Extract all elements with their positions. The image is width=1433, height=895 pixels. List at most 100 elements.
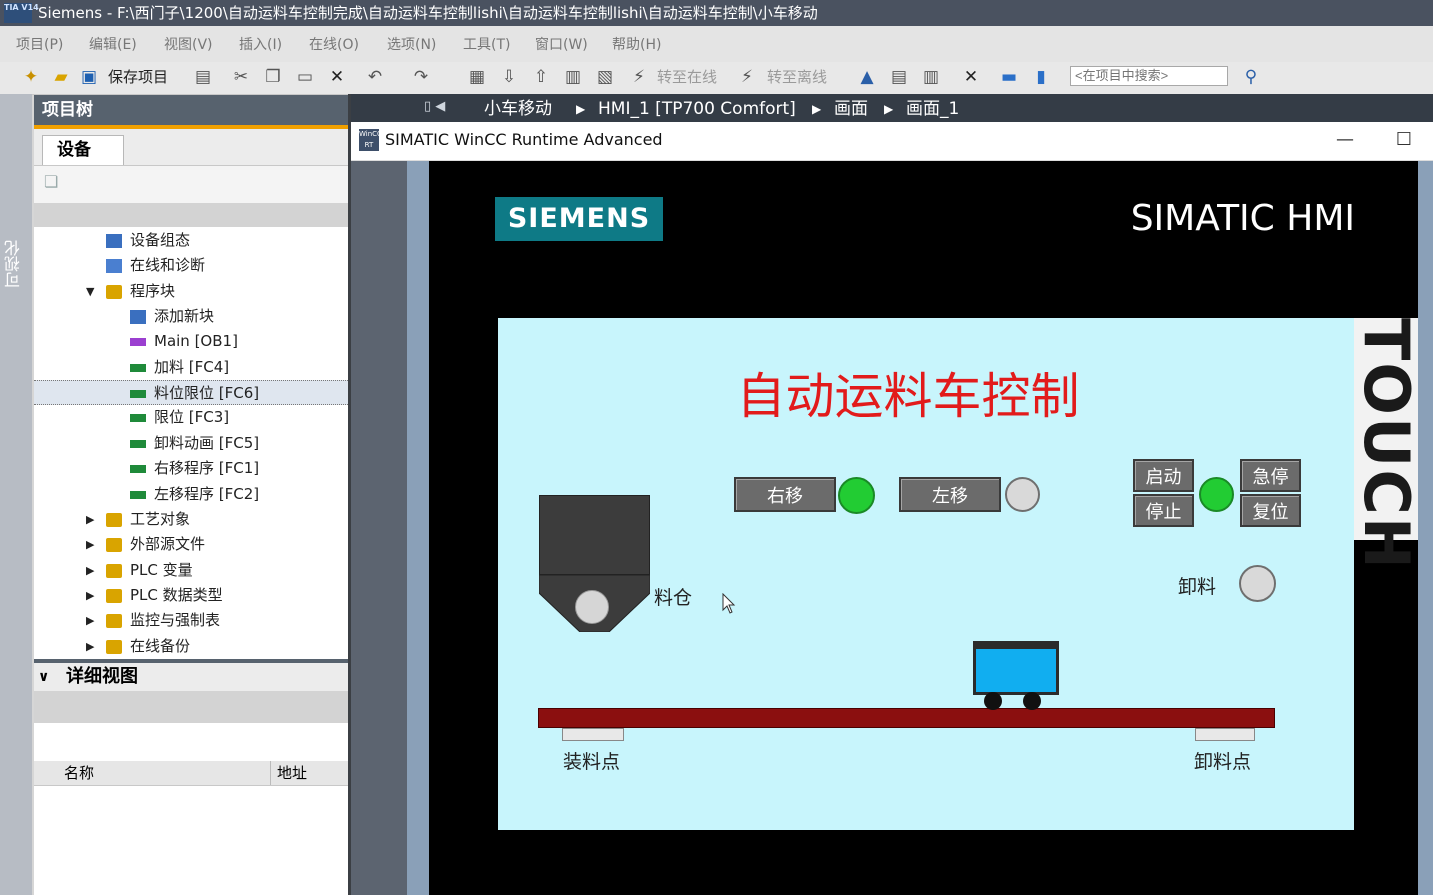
menu-project[interactable]: 项目(P)	[16, 34, 63, 54]
tree-item[interactable]: ▼ 程序块	[34, 279, 348, 304]
detail-view-columns: 名称 地址	[34, 761, 348, 786]
cart-wheel-left	[984, 692, 1002, 710]
undo-icon[interactable]: ↶	[364, 66, 386, 88]
menu-options[interactable]: 选项(N)	[387, 34, 436, 54]
tree-item[interactable]: 在线和诊断	[34, 253, 348, 278]
go-online-button[interactable]: 转至在线	[657, 66, 717, 88]
fc-block-icon	[130, 414, 146, 422]
column-header-address[interactable]: 地址	[277, 761, 307, 785]
menu-tools[interactable]: 工具(T)	[463, 34, 510, 54]
tree-item-label: 在线备份	[130, 637, 191, 655]
copy-icon[interactable]: ❐	[262, 66, 284, 88]
tia-portal-logo-icon: TIA V14	[4, 3, 39, 23]
online-diagnostics-icon	[106, 259, 122, 273]
menu-view[interactable]: 视图(V)	[164, 34, 213, 54]
collapsed-arrow-icon[interactable]: ▶	[86, 532, 98, 557]
move-right-indicator	[838, 477, 875, 514]
delete-icon[interactable]: ✕	[326, 66, 348, 88]
detail-view-header[interactable]: ∨ 详细视图	[34, 663, 348, 691]
collapsed-arrow-icon[interactable]: ▶	[86, 634, 98, 659]
load-point-label: 装料点	[563, 751, 621, 773]
project-search-input[interactable]	[1070, 66, 1228, 86]
print-icon[interactable]: ▤	[192, 66, 214, 88]
tree-item-label: 在线和诊断	[130, 256, 206, 274]
go-online-icon[interactable]: ⚡	[628, 66, 650, 88]
menu-window[interactable]: 窗口(W)	[535, 34, 588, 54]
run-indicator	[1199, 477, 1234, 512]
reset-button[interactable]: 复位	[1240, 494, 1301, 527]
save-project-button[interactable]: 保存项目	[108, 66, 168, 88]
tree-item[interactable]: ▶ 监控与强制表	[34, 608, 348, 633]
new-project-icon[interactable]: ✦	[20, 66, 42, 88]
tree-item[interactable]: 设备组态	[34, 228, 348, 253]
tab-devices[interactable]: 设备	[42, 135, 124, 165]
breadcrumb-screen[interactable]: 画面_1	[906, 97, 959, 121]
redo-icon[interactable]: ↷	[410, 66, 432, 88]
tree-item[interactable]: 限位 [FC3]	[34, 405, 348, 430]
tree-item[interactable]: ▶ PLC 变量	[34, 558, 348, 583]
tree-item[interactable]: 添加新块	[34, 304, 348, 329]
tree-item[interactable]: 加料 [FC4]	[34, 355, 348, 380]
accessible-devices-icon[interactable]: ▲	[856, 66, 878, 88]
stop-button[interactable]: 停止	[1133, 494, 1194, 527]
split-vertical-icon[interactable]: ▮	[1030, 66, 1052, 88]
expanded-arrow-icon[interactable]: ▼	[86, 279, 98, 304]
close-editor-icon[interactable]: ✕	[960, 66, 982, 88]
simulation-icon[interactable]: ▥	[562, 66, 584, 88]
breadcrumb-project[interactable]: 小车移动	[484, 97, 552, 121]
breadcrumb-screens[interactable]: 画面	[834, 97, 868, 121]
menu-insert[interactable]: 插入(I)	[239, 34, 282, 54]
menu-edit[interactable]: 编辑(E)	[89, 34, 137, 54]
tree-item[interactable]: 料位限位 [FC6]	[34, 380, 348, 405]
tree-item[interactable]: ▶ 在线备份	[34, 634, 348, 659]
tree-item[interactable]: 卸料动画 [FC5]	[34, 431, 348, 456]
menu-bar	[0, 26, 1433, 62]
add-block-icon	[130, 310, 146, 324]
window-titlebar: TIA V14 Siemens - F:\西门子\1200\自动运料车控制完成\…	[0, 0, 1433, 26]
new-item-icon[interactable]: ❏	[44, 172, 64, 192]
tree-item[interactable]: ▶ PLC 数据类型	[34, 583, 348, 608]
menu-help[interactable]: 帮助(H)	[612, 34, 661, 54]
breadcrumb-device[interactable]: HMI_1 [TP700 Comfort]	[598, 97, 796, 121]
tree-item-label: 设备组态	[130, 231, 191, 249]
collapsed-arrow-icon[interactable]: ▶	[86, 558, 98, 583]
collapsed-arrow-icon[interactable]: ▶	[86, 608, 98, 633]
minimize-icon[interactable]: —	[1333, 128, 1357, 152]
unload-point-label: 卸料点	[1194, 751, 1252, 773]
download-icon[interactable]: ⇩	[498, 66, 520, 88]
go-offline-icon[interactable]: ⚡	[736, 66, 758, 88]
tree-item-label: 加料 [FC4]	[154, 358, 230, 376]
diagnostics-icon[interactable]: ▥	[920, 66, 942, 88]
collapsed-arrow-icon[interactable]: ▶	[86, 507, 98, 532]
runtime-client-margin	[351, 161, 407, 895]
menu-online[interactable]: 在线(O)	[309, 34, 359, 54]
tree-item[interactable]: 左移程序 [FC2]	[34, 482, 348, 507]
cut-icon[interactable]: ✂	[230, 66, 252, 88]
column-header-name[interactable]: 名称	[64, 761, 94, 785]
tree-item[interactable]: ▶ 工艺对象	[34, 507, 348, 532]
chevron-down-icon[interactable]: ∨	[38, 663, 49, 691]
collapsed-arrow-icon[interactable]: ▶	[86, 583, 98, 608]
open-project-icon[interactable]: ▰	[50, 66, 72, 88]
search-icon[interactable]: ⚲	[1240, 66, 1262, 88]
go-offline-button[interactable]: 转至离线	[767, 66, 827, 88]
tree-item[interactable]: 右移程序 [FC1]	[34, 456, 348, 481]
move-right-button[interactable]: 右移	[734, 477, 836, 512]
split-horizontal-icon[interactable]: ▬	[998, 66, 1020, 88]
tree-item[interactable]: Main [OB1]	[34, 329, 348, 354]
start-button[interactable]: 启动	[1133, 459, 1194, 492]
side-strip-label[interactable]: 可视化	[2, 240, 28, 288]
maximize-icon[interactable]: ☐	[1392, 128, 1416, 152]
tree-item-label: 监控与强制表	[130, 611, 221, 629]
compile-icon[interactable]: ▦	[466, 66, 488, 88]
upload-icon[interactable]: ⇧	[530, 66, 552, 88]
cart-graphic	[973, 641, 1059, 695]
collapse-tree-icon[interactable]: ▯ ◀	[424, 99, 464, 119]
move-left-button[interactable]: 左移	[899, 477, 1001, 512]
emergency-stop-button[interactable]: 急停	[1240, 459, 1301, 492]
start-simulation-icon[interactable]: ▧	[594, 66, 616, 88]
cross-reference-icon[interactable]: ▤	[888, 66, 910, 88]
paste-icon[interactable]: ▭	[294, 66, 316, 88]
tree-item[interactable]: ▶ 外部源文件	[34, 532, 348, 557]
save-icon[interactable]: ▣	[78, 66, 100, 88]
